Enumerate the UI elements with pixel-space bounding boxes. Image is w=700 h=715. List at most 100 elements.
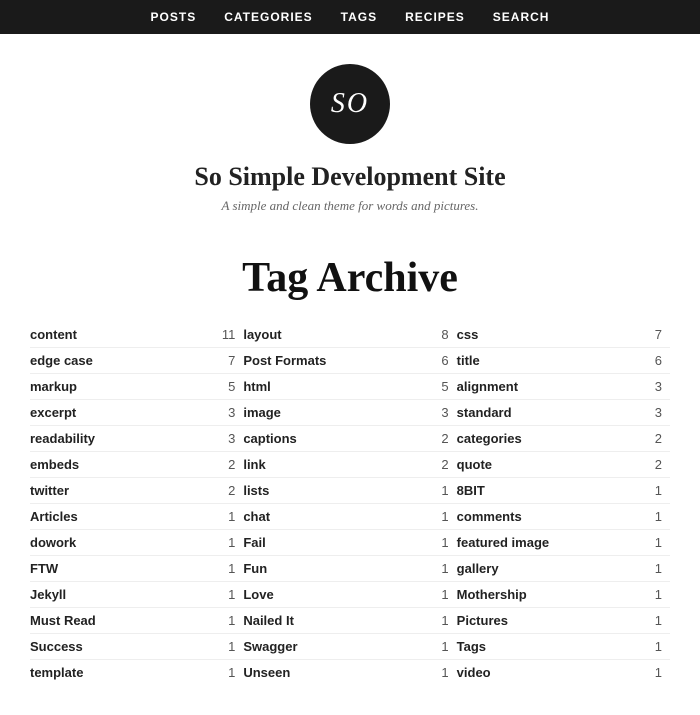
tag-row: chat1 [243,504,456,530]
tag-name[interactable]: embeds [30,457,79,472]
tag-row: Fail1 [243,530,456,556]
tag-name[interactable]: template [30,665,83,680]
tag-name[interactable]: quote [457,457,492,472]
tag-count: 5 [441,379,448,394]
tag-count: 2 [441,431,448,446]
tag-count: 1 [441,483,448,498]
tag-name[interactable]: css [457,327,479,342]
tag-name[interactable]: Success [30,639,83,654]
tag-name[interactable]: Fun [243,561,267,576]
tag-name[interactable]: Post Formats [243,353,326,368]
tag-row: Post Formats6 [243,348,456,374]
tag-name[interactable]: readability [30,431,95,446]
nav-item-categories[interactable]: CATEGORIES [210,0,326,34]
tag-row: content 11 [30,322,243,348]
tag-name[interactable]: twitter [30,483,69,498]
tag-count: 1 [655,665,662,680]
tag-count: 11 [222,327,236,342]
tag-row: Jekyll 1 [30,582,243,608]
tag-count: 1 [655,639,662,654]
tag-name[interactable]: Must Read [30,613,96,628]
site-title: So Simple Development Site [20,162,680,192]
tag-name[interactable]: dowork [30,535,76,550]
tag-column-1: layout8Post Formats6html5image3captions2… [243,322,456,685]
tag-row: Swagger 1 [243,634,456,660]
tag-row: layout8 [243,322,456,348]
tag-name[interactable]: content [30,327,77,342]
tag-name[interactable]: Tags [457,639,486,654]
site-tagline: A simple and clean theme for words and p… [20,198,680,214]
tag-name[interactable]: excerpt [30,405,76,420]
tag-row: Unseen1 [243,660,456,685]
tag-name[interactable]: Mothership [457,587,527,602]
tag-name[interactable]: alignment [457,379,518,394]
tag-name[interactable]: Unseen [243,665,290,680]
tag-row: css 7 [457,322,670,348]
tag-name[interactable]: chat [243,509,270,524]
tag-name[interactable]: html [243,379,270,394]
tag-count: 1 [228,535,235,550]
tag-name[interactable]: Swagger [243,639,297,654]
tag-name[interactable]: Nailed It [243,613,294,628]
tag-count: 2 [228,483,235,498]
tag-count: 1 [441,587,448,602]
nav-item-search[interactable]: SEARCH [479,0,564,34]
tag-row: gallery1 [457,556,670,582]
tag-count: 1 [441,639,448,654]
tag-name[interactable]: Pictures [457,613,508,628]
tag-row: video 1 [457,660,670,685]
tag-count: 1 [655,509,662,524]
tag-name[interactable]: captions [243,431,296,446]
tag-name[interactable]: 8BIT [457,483,485,498]
tag-row: alignment 3 [457,374,670,400]
tag-count: 2 [441,457,448,472]
tag-count: 1 [655,483,662,498]
tag-count: 1 [441,561,448,576]
tag-name[interactable]: Love [243,587,273,602]
tag-name[interactable]: Articles [30,509,78,524]
tag-row: comments 1 [457,504,670,530]
tag-row: Nailed It1 [243,608,456,634]
tag-name[interactable]: featured image [457,535,549,550]
tag-count: 1 [228,639,235,654]
logo-circle: SO [310,64,390,144]
tag-count: 7 [655,327,662,342]
tag-count: 2 [228,457,235,472]
tag-row: Must Read 1 [30,608,243,634]
tag-count: 3 [228,405,235,420]
tag-row: link 2 [243,452,456,478]
tag-count: 1 [228,509,235,524]
tag-count: 1 [655,535,662,550]
tag-count: 3 [655,379,662,394]
nav-item-posts[interactable]: POSTS [137,0,211,34]
tag-name[interactable]: title [457,353,480,368]
tag-name[interactable]: Jekyll [30,587,66,602]
tag-count: 1 [228,613,235,628]
tag-name[interactable]: comments [457,509,522,524]
main-nav: POSTSCATEGORIESTAGSRECIPESSEARCH [0,0,700,34]
tag-row: captions 2 [243,426,456,452]
tag-count: 3 [228,431,235,446]
tag-name[interactable]: video [457,665,491,680]
tag-row: 8BIT 1 [457,478,670,504]
tag-count: 5 [228,379,235,394]
nav-item-recipes[interactable]: RECIPES [391,0,479,34]
tag-row: Articles 1 [30,504,243,530]
tag-name[interactable]: layout [243,327,281,342]
tag-count: 1 [228,587,235,602]
tag-name[interactable]: link [243,457,265,472]
tag-name[interactable]: categories [457,431,522,446]
tag-name[interactable]: image [243,405,281,420]
tag-name[interactable]: gallery [457,561,499,576]
tag-row: Mothership1 [457,582,670,608]
tag-name[interactable]: markup [30,379,77,394]
tag-row: template1 [30,660,243,685]
tag-name[interactable]: lists [243,483,269,498]
tag-name[interactable]: FTW [30,561,58,576]
tag-name[interactable]: edge case [30,353,93,368]
nav-item-tags[interactable]: TAGS [327,0,391,34]
tag-row: categories2 [457,426,670,452]
tag-name[interactable]: Fail [243,535,265,550]
tag-name[interactable]: standard [457,405,512,420]
tag-row: Fun 1 [243,556,456,582]
